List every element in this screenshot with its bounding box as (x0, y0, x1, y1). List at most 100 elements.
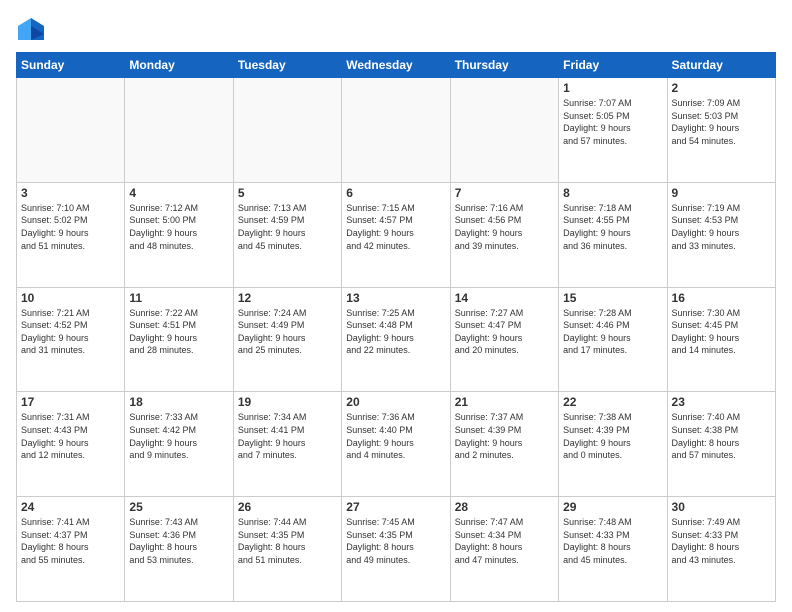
day-cell: 17 Sunrise: 7:31 AM Sunset: 4:43 PM Dayli… (17, 392, 125, 497)
day-info: Sunrise: 7:15 AM Sunset: 4:57 PM Dayligh… (346, 202, 445, 252)
day-number: 6 (346, 186, 445, 200)
day-cell: 20 Sunrise: 7:36 AM Sunset: 4:40 PM Dayli… (342, 392, 450, 497)
day-cell: 13 Sunrise: 7:25 AM Sunset: 4:48 PM Dayli… (342, 287, 450, 392)
day-number: 5 (238, 186, 337, 200)
day-number: 23 (672, 395, 771, 409)
day-cell: 21Sunrise: 7:37 AM Sunset: 4:39 PM Dayli… (450, 392, 558, 497)
day-info: Sunrise: 7:44 AM Sunset: 4:35 PM Dayligh… (238, 516, 337, 566)
day-number: 25 (129, 500, 228, 514)
day-number: 16 (672, 291, 771, 305)
day-cell: 23 Sunrise: 7:40 AM Sunset: 4:38 PM Dayli… (667, 392, 775, 497)
day-cell: 15Sunrise: 7:28 AM Sunset: 4:46 PM Dayli… (559, 287, 667, 392)
day-cell (450, 78, 558, 183)
day-number: 28 (455, 500, 554, 514)
day-number: 29 (563, 500, 662, 514)
day-info: Sunrise: 7:36 AM Sunset: 4:40 PM Dayligh… (346, 411, 445, 461)
day-number: 14 (455, 291, 554, 305)
day-number: 12 (238, 291, 337, 305)
day-number: 4 (129, 186, 228, 200)
day-cell (17, 78, 125, 183)
logo (16, 16, 50, 44)
day-number: 18 (129, 395, 228, 409)
day-info: Sunrise: 7:24 AM Sunset: 4:49 PM Dayligh… (238, 307, 337, 357)
day-info: Sunrise: 7:21 AM Sunset: 4:52 PM Dayligh… (21, 307, 120, 357)
day-cell: 11 Sunrise: 7:22 AM Sunset: 4:51 PM Dayli… (125, 287, 233, 392)
day-number: 8 (563, 186, 662, 200)
day-info: Sunrise: 7:25 AM Sunset: 4:48 PM Dayligh… (346, 307, 445, 357)
day-info: Sunrise: 7:41 AM Sunset: 4:37 PM Dayligh… (21, 516, 120, 566)
day-cell (233, 78, 341, 183)
day-cell: 30 Sunrise: 7:49 AM Sunset: 4:33 PM Dayli… (667, 497, 775, 602)
day-cell: 25 Sunrise: 7:43 AM Sunset: 4:36 PM Dayli… (125, 497, 233, 602)
day-info: Sunrise: 7:45 AM Sunset: 4:35 PM Dayligh… (346, 516, 445, 566)
day-cell: 7 Sunrise: 7:16 AM Sunset: 4:56 PM Daylig… (450, 182, 558, 287)
day-number: 19 (238, 395, 337, 409)
day-cell: 18 Sunrise: 7:33 AM Sunset: 4:42 PM Dayli… (125, 392, 233, 497)
day-number: 21 (455, 395, 554, 409)
day-number: 20 (346, 395, 445, 409)
day-number: 13 (346, 291, 445, 305)
day-info: Sunrise: 7:31 AM Sunset: 4:43 PM Dayligh… (21, 411, 120, 461)
day-info: Sunrise: 7:28 AM Sunset: 4:46 PM Dayligh… (563, 307, 662, 357)
weekday-monday: Monday (125, 53, 233, 78)
day-info: Sunrise: 7:19 AM Sunset: 4:53 PM Dayligh… (672, 202, 771, 252)
logo-icon (16, 16, 46, 44)
day-cell: 26 Sunrise: 7:44 AM Sunset: 4:35 PM Dayli… (233, 497, 341, 602)
week-row-4: 17 Sunrise: 7:31 AM Sunset: 4:43 PM Dayli… (17, 392, 776, 497)
day-cell: 2 Sunrise: 7:09 AM Sunset: 5:03 PM Daylig… (667, 78, 775, 183)
day-number: 1 (563, 81, 662, 95)
day-info: Sunrise: 7:38 AM Sunset: 4:39 PM Dayligh… (563, 411, 662, 461)
day-number: 11 (129, 291, 228, 305)
day-info: Sunrise: 7:40 AM Sunset: 4:38 PM Dayligh… (672, 411, 771, 461)
day-number: 22 (563, 395, 662, 409)
day-number: 30 (672, 500, 771, 514)
day-info: Sunrise: 7:22 AM Sunset: 4:51 PM Dayligh… (129, 307, 228, 357)
day-cell: 27 Sunrise: 7:45 AM Sunset: 4:35 PM Dayli… (342, 497, 450, 602)
day-number: 17 (21, 395, 120, 409)
day-cell: 24 Sunrise: 7:41 AM Sunset: 4:37 PM Dayli… (17, 497, 125, 602)
calendar-table: SundayMondayTuesdayWednesdayThursdayFrid… (16, 52, 776, 602)
day-number: 3 (21, 186, 120, 200)
day-info: Sunrise: 7:27 AM Sunset: 4:47 PM Dayligh… (455, 307, 554, 357)
day-cell: 29 Sunrise: 7:48 AM Sunset: 4:33 PM Dayli… (559, 497, 667, 602)
day-cell: 6 Sunrise: 7:15 AM Sunset: 4:57 PM Daylig… (342, 182, 450, 287)
week-row-2: 3 Sunrise: 7:10 AM Sunset: 5:02 PM Daylig… (17, 182, 776, 287)
day-cell: 28 Sunrise: 7:47 AM Sunset: 4:34 PM Dayli… (450, 497, 558, 602)
day-info: Sunrise: 7:10 AM Sunset: 5:02 PM Dayligh… (21, 202, 120, 252)
day-cell: 1Sunrise: 7:07 AM Sunset: 5:05 PM Daylig… (559, 78, 667, 183)
day-cell (125, 78, 233, 183)
week-row-1: 1Sunrise: 7:07 AM Sunset: 5:05 PM Daylig… (17, 78, 776, 183)
day-info: Sunrise: 7:48 AM Sunset: 4:33 PM Dayligh… (563, 516, 662, 566)
day-cell (342, 78, 450, 183)
weekday-wednesday: Wednesday (342, 53, 450, 78)
day-info: Sunrise: 7:47 AM Sunset: 4:34 PM Dayligh… (455, 516, 554, 566)
day-info: Sunrise: 7:30 AM Sunset: 4:45 PM Dayligh… (672, 307, 771, 357)
weekday-tuesday: Tuesday (233, 53, 341, 78)
day-info: Sunrise: 7:09 AM Sunset: 5:03 PM Dayligh… (672, 97, 771, 147)
weekday-header-row: SundayMondayTuesdayWednesdayThursdayFrid… (17, 53, 776, 78)
day-number: 24 (21, 500, 120, 514)
day-cell: 4 Sunrise: 7:12 AM Sunset: 5:00 PM Daylig… (125, 182, 233, 287)
day-cell: 3 Sunrise: 7:10 AM Sunset: 5:02 PM Daylig… (17, 182, 125, 287)
day-cell: 22 Sunrise: 7:38 AM Sunset: 4:39 PM Dayli… (559, 392, 667, 497)
week-row-3: 10 Sunrise: 7:21 AM Sunset: 4:52 PM Dayli… (17, 287, 776, 392)
weekday-friday: Friday (559, 53, 667, 78)
day-number: 10 (21, 291, 120, 305)
day-number: 7 (455, 186, 554, 200)
weekday-saturday: Saturday (667, 53, 775, 78)
weekday-thursday: Thursday (450, 53, 558, 78)
day-number: 2 (672, 81, 771, 95)
day-cell: 12 Sunrise: 7:24 AM Sunset: 4:49 PM Dayli… (233, 287, 341, 392)
page: SundayMondayTuesdayWednesdayThursdayFrid… (0, 0, 792, 612)
day-info: Sunrise: 7:16 AM Sunset: 4:56 PM Dayligh… (455, 202, 554, 252)
day-info: Sunrise: 7:12 AM Sunset: 5:00 PM Dayligh… (129, 202, 228, 252)
day-info: Sunrise: 7:33 AM Sunset: 4:42 PM Dayligh… (129, 411, 228, 461)
day-number: 27 (346, 500, 445, 514)
day-cell: 8 Sunrise: 7:18 AM Sunset: 4:55 PM Daylig… (559, 182, 667, 287)
day-info: Sunrise: 7:43 AM Sunset: 4:36 PM Dayligh… (129, 516, 228, 566)
day-info: Sunrise: 7:34 AM Sunset: 4:41 PM Dayligh… (238, 411, 337, 461)
day-info: Sunrise: 7:18 AM Sunset: 4:55 PM Dayligh… (563, 202, 662, 252)
day-number: 26 (238, 500, 337, 514)
day-cell: 10 Sunrise: 7:21 AM Sunset: 4:52 PM Dayli… (17, 287, 125, 392)
day-info: Sunrise: 7:49 AM Sunset: 4:33 PM Dayligh… (672, 516, 771, 566)
